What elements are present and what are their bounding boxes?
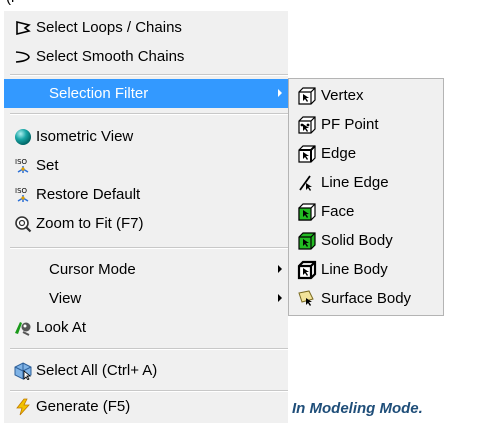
selection-filter-submenu: Vertex PF Point Edge Line Edge Face Soli… (288, 78, 444, 316)
menu-item-select-loops-chains[interactable]: Select Loops / Chains (4, 13, 288, 42)
menu-item-zoom-to-fit[interactable]: Zoom to Fit (F7) (4, 209, 288, 238)
menu-item-label: Isometric View (36, 128, 134, 145)
top-text-fragment: (i (0, 0, 66, 5)
surface-body-filter-icon (297, 289, 317, 309)
menu-item-label: Restore Default (36, 186, 141, 203)
submenu-item-line-edge[interactable]: Line Edge (289, 168, 443, 197)
submenu-item-label: Edge (321, 145, 357, 162)
context-menu: Select Loops / Chains Select Smooth Chai… (4, 11, 288, 423)
submenu-item-label: Solid Body (321, 232, 393, 249)
line-edge-filter-icon (297, 173, 317, 193)
iso-restore-icon: ISO (14, 186, 32, 204)
menu-separator (10, 113, 288, 115)
menu-item-restore-default[interactable]: ISO Restore Default (4, 180, 288, 209)
isometric-sphere-icon (14, 128, 32, 146)
line-body-filter-icon (297, 260, 317, 280)
menu-separator (10, 348, 288, 350)
submenu-item-surface-body[interactable]: Surface Body (289, 284, 443, 313)
menu-separator (10, 74, 288, 76)
zoom-fit-icon (14, 215, 32, 233)
face-filter-icon (297, 202, 317, 222)
menu-item-selection-filter[interactable]: Selection Filter (4, 79, 288, 108)
submenu-item-face[interactable]: Face (289, 197, 443, 226)
menu-separator (10, 247, 288, 249)
menu-item-select-smooth-chains[interactable]: Select Smooth Chains (4, 42, 288, 71)
submenu-item-edge[interactable]: Edge (289, 139, 443, 168)
menu-item-label: Select Smooth Chains (36, 48, 185, 65)
submenu-item-label: Line Body (321, 261, 388, 278)
select-all-icon (14, 362, 32, 381)
svg-text:ISO: ISO (15, 187, 28, 195)
menu-item-isometric-view[interactable]: Isometric View (4, 122, 288, 151)
smooth-chain-icon (14, 48, 32, 66)
menu-item-label: Zoom to Fit (F7) (36, 215, 144, 232)
loop-chain-icon (14, 19, 32, 37)
submenu-item-vertex[interactable]: Vertex (289, 81, 443, 110)
menu-item-select-all[interactable]: Select All (Ctrl+ A) (4, 356, 288, 385)
menu-item-label: Cursor Mode (49, 261, 136, 278)
solid-body-filter-icon (297, 231, 317, 251)
submenu-item-label: PF Point (321, 116, 379, 133)
submenu-item-label: Surface Body (321, 290, 412, 307)
submenu-item-label: Line Edge (321, 174, 389, 191)
pf-point-filter-icon (297, 115, 317, 135)
menu-item-label: Selection Filter (49, 85, 149, 102)
vertex-filter-icon (297, 86, 317, 106)
menu-item-generate[interactable]: Generate (F5) (4, 392, 288, 421)
submenu-arrow-icon (278, 294, 282, 302)
look-at-icon (14, 319, 32, 337)
submenu-item-solid-body[interactable]: Solid Body (289, 226, 443, 255)
menu-item-look-at[interactable]: Look At (4, 313, 288, 342)
menu-item-label: Select All (Ctrl+ A) (36, 362, 158, 379)
edge-filter-icon (297, 144, 317, 164)
menu-item-label: Generate (F5) (36, 398, 131, 415)
menu-item-cursor-mode[interactable]: Cursor Mode (4, 255, 288, 284)
menu-item-label: Set (36, 157, 59, 174)
submenu-item-pf-point[interactable]: PF Point (289, 110, 443, 139)
svg-text:ISO: ISO (15, 158, 28, 166)
iso-set-icon: ISO (14, 157, 32, 175)
caption-text: In Modeling Mode. (292, 400, 423, 417)
menu-item-label: Select Loops / Chains (36, 19, 182, 36)
submenu-arrow-icon (278, 265, 282, 273)
menu-item-set[interactable]: ISO Set (4, 151, 288, 180)
submenu-item-label: Vertex (321, 87, 364, 104)
submenu-arrow-icon (278, 89, 282, 97)
submenu-item-label: Face (321, 203, 355, 220)
submenu-item-line-body[interactable]: Line Body (289, 255, 443, 284)
menu-item-view[interactable]: View (4, 284, 288, 313)
menu-item-label: View (49, 290, 82, 307)
menu-item-label: Look At (36, 319, 87, 336)
generate-lightning-icon (14, 398, 32, 416)
